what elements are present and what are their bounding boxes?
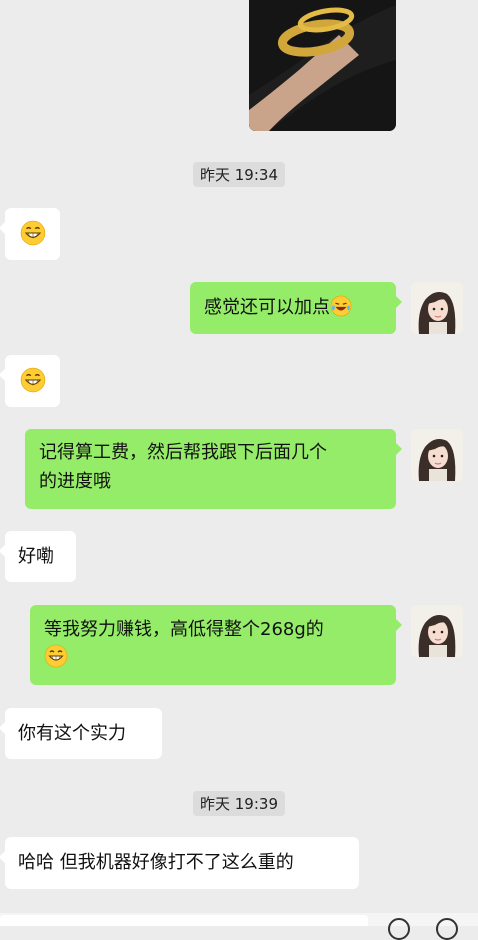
grinning-face-icon — [20, 220, 46, 246]
shared-photo-bracelet[interactable] — [249, 0, 396, 131]
message-bubble-incoming[interactable]: 你有这个实力 — [0, 708, 162, 759]
message-bubble-incoming[interactable]: 好嘞 — [0, 531, 76, 582]
message-bubble-outgoing[interactable]: 感觉还可以加点 — [190, 282, 402, 334]
message-bubble-outgoing[interactable]: 记得算工费，然后帮我跟下后面几个 的进度哦 — [25, 429, 402, 509]
laughing-tears-icon — [330, 295, 352, 317]
message-input[interactable] — [0, 915, 368, 926]
message-text-line: 等我努力赚钱，高低得整个268g的 — [44, 619, 324, 640]
grinning-face-icon — [20, 367, 46, 393]
grinning-face-icon — [44, 644, 68, 668]
message-text: 哈哈 但我机器好像打不了这么重的 — [18, 852, 294, 873]
avatar-me[interactable] — [411, 605, 463, 657]
plus-button-icon[interactable] — [436, 918, 458, 940]
message-text: 好嘞 — [18, 546, 54, 567]
emoji-button-icon[interactable] — [388, 918, 410, 940]
message-text: 感觉还可以加点 — [204, 297, 330, 318]
message-bubble-outgoing[interactable]: 等我努力赚钱，高低得整个268g的 — [30, 605, 402, 685]
message-text: 你有这个实力 — [18, 723, 126, 744]
message-bubble-incoming[interactable]: 哈哈 但我机器好像打不了这么重的 — [0, 837, 359, 889]
message-text-line: 的进度哦 — [39, 471, 111, 492]
message-bubble-incoming[interactable] — [0, 208, 60, 260]
avatar-me[interactable] — [411, 282, 463, 334]
avatar-me[interactable] — [411, 429, 463, 481]
message-text-line: 记得算工费，然后帮我跟下后面几个 — [39, 442, 327, 463]
timestamp: 昨天 19:39 — [193, 791, 285, 816]
message-bubble-incoming[interactable] — [0, 355, 60, 407]
timestamp: 昨天 19:34 — [193, 162, 285, 187]
